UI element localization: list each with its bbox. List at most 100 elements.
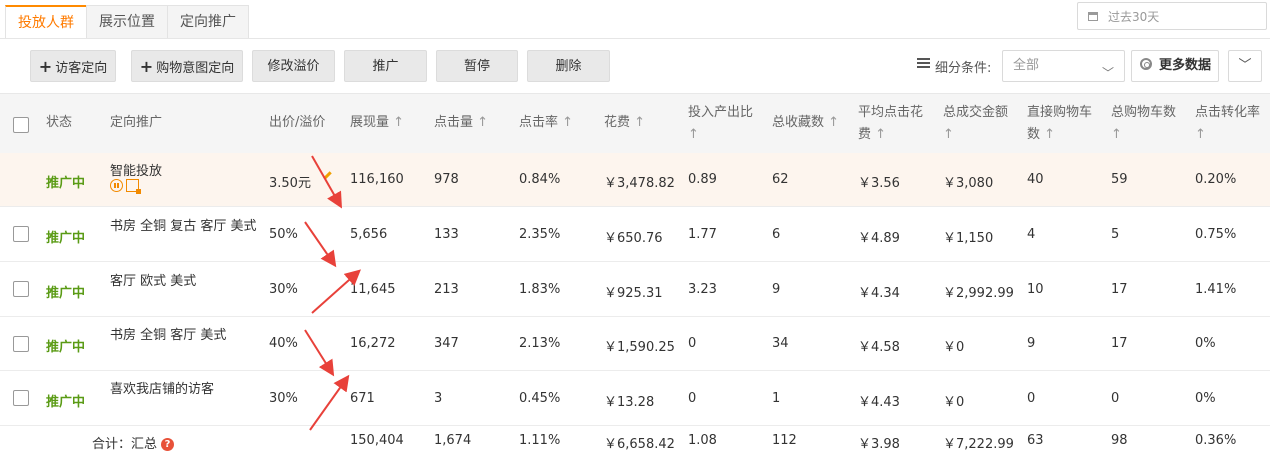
pause-button[interactable]: 暂停 bbox=[436, 50, 518, 82]
col-cost[interactable]: 花费 ↑ bbox=[604, 112, 645, 134]
col-avg-cpc[interactable]: 平均点击花费 ↑ bbox=[858, 102, 923, 146]
col-favorites[interactable]: 总收藏数 ↑ bbox=[772, 112, 839, 134]
col-favorites-label: 总收藏数 bbox=[772, 115, 825, 130]
col-direct-cart-label: 直接购物车 bbox=[1027, 105, 1093, 120]
status-badge: 推广中 bbox=[46, 176, 86, 191]
promote-button[interactable]: 推广 bbox=[344, 50, 427, 82]
pencil-edit-icon[interactable] bbox=[323, 171, 332, 180]
col-cost-label: 花费 bbox=[604, 115, 631, 130]
pause-circle-icon[interactable] bbox=[110, 179, 123, 192]
targeting-name: 客厅 欧式 美式 bbox=[110, 274, 197, 289]
impressions-value: 5,656 bbox=[350, 227, 388, 242]
clicks-value: 978 bbox=[434, 172, 459, 187]
targeting-name: 喜欢我店铺的访客 bbox=[110, 382, 215, 397]
table-row[interactable]: 推广中 书房 全铜 客厅 美式 40% 16,272 347 2.13% ￥1,… bbox=[0, 317, 1270, 371]
sort-arrow-icon: ↑ bbox=[562, 115, 574, 130]
sort-arrow-icon: ↑ bbox=[875, 127, 887, 142]
cvr-value: 1.41% bbox=[1195, 282, 1237, 297]
sort-arrow-icon: ↑ bbox=[477, 115, 489, 130]
plus-icon: + bbox=[139, 57, 154, 76]
status-badge: 推广中 bbox=[46, 231, 86, 246]
impressions-value: 116,160 bbox=[350, 172, 404, 187]
segment-select[interactable]: 全部 ﹀ bbox=[1002, 50, 1125, 82]
impressions-value: 11,645 bbox=[350, 282, 396, 297]
expand-toggle-button[interactable]: ﹀ bbox=[1228, 50, 1262, 82]
calendar-icon bbox=[1088, 11, 1098, 21]
bid-value: 50% bbox=[269, 227, 298, 242]
sort-arrow-icon: ↑ bbox=[1111, 127, 1122, 142]
more-data-label: 更多数据 bbox=[1159, 58, 1212, 73]
cost-value: ￥925.31 bbox=[604, 286, 663, 301]
sort-arrow-icon: ↑ bbox=[393, 115, 405, 130]
col-cvr[interactable]: 点击转化率 ↑ bbox=[1195, 102, 1260, 146]
tab-audience[interactable]: 投放人群 bbox=[5, 5, 87, 39]
cost-value: ￥1,590.25 bbox=[604, 340, 675, 355]
row-checkbox[interactable] bbox=[13, 281, 29, 297]
direct-cart-value: 10 bbox=[1027, 282, 1044, 297]
impressions-value: 671 bbox=[350, 391, 375, 406]
col-ctr-label: 点击率 bbox=[519, 115, 559, 130]
roi-value: 1.77 bbox=[688, 227, 717, 242]
col-direct-cart-label-2: 数 bbox=[1027, 127, 1041, 142]
favorites-value: 34 bbox=[772, 336, 789, 351]
tab-placement[interactable]: 展示位置 bbox=[86, 5, 168, 38]
row-checkbox[interactable] bbox=[13, 390, 29, 406]
select-all-checkbox[interactable] bbox=[13, 117, 29, 133]
clicks-value: 347 bbox=[434, 336, 459, 351]
purchase-intent-targeting-button[interactable]: + 购物意图定向 bbox=[131, 50, 243, 82]
col-gmv[interactable]: 总成交金额 ↑ bbox=[943, 102, 1008, 146]
gmv-value: ￥0 bbox=[943, 340, 965, 355]
table-row[interactable]: 推广中 喜欢我店铺的访客 30% 671 3 0.45% ￥13.28 0 1 … bbox=[0, 371, 1270, 426]
total-gmv: ￥7,222.99 bbox=[943, 437, 1014, 452]
more-data-button[interactable]: 更多数据 bbox=[1131, 50, 1219, 82]
date-range-picker[interactable]: 过去30天 bbox=[1077, 2, 1267, 30]
col-total-cart[interactable]: 总购物车数 ↑ bbox=[1111, 102, 1176, 146]
col-avg-cpc-label-2: 费 bbox=[858, 127, 872, 142]
favorites-value: 62 bbox=[772, 172, 789, 187]
cvr-value: 0% bbox=[1195, 391, 1216, 406]
col-roi[interactable]: 投入产出比 ↑ bbox=[688, 102, 753, 146]
total-cart-value: 17 bbox=[1111, 336, 1128, 351]
bid-value: 40% bbox=[269, 336, 298, 351]
tab-targeting[interactable]: 定向推广 bbox=[167, 5, 249, 38]
total-ctr: 1.11% bbox=[519, 433, 561, 448]
row-checkbox[interactable] bbox=[13, 226, 29, 242]
col-status: 状态 bbox=[46, 115, 73, 130]
report-icon[interactable] bbox=[126, 179, 141, 194]
table-row[interactable]: 推广中 智能投放 3.50元 116,160 978 0.84% ￥3,478.… bbox=[0, 153, 1270, 207]
gmv-value: ￥1,150 bbox=[943, 231, 994, 246]
table-row[interactable]: 推广中 书房 全铜 复古 客厅 美式 50% 5,656 133 2.35% ￥… bbox=[0, 207, 1270, 262]
col-clicks[interactable]: 点击量 ↑ bbox=[434, 112, 488, 134]
direct-cart-value: 4 bbox=[1027, 227, 1036, 242]
visitor-targeting-button[interactable]: + 访客定向 bbox=[30, 50, 116, 82]
table-row[interactable]: 推广中 客厅 欧式 美式 30% 11,645 213 1.83% ￥925.3… bbox=[0, 262, 1270, 317]
col-direct-cart[interactable]: 直接购物车数 ↑ bbox=[1027, 102, 1092, 146]
row-actions bbox=[110, 179, 141, 194]
row-checkbox[interactable] bbox=[13, 336, 29, 352]
col-impressions[interactable]: 展现量 ↑ bbox=[350, 112, 404, 134]
list-filter-icon bbox=[917, 58, 930, 69]
total-cart-value: 5 bbox=[1111, 227, 1120, 242]
ctr-value: 2.13% bbox=[519, 336, 561, 351]
delete-button[interactable]: 删除 bbox=[527, 50, 610, 82]
col-avg-cpc-label: 平均点击花 bbox=[858, 105, 924, 120]
totals-label-text: 合计：汇总 bbox=[92, 437, 158, 452]
modify-premium-button[interactable]: 修改溢价 bbox=[252, 50, 335, 82]
cost-value: ￥13.28 bbox=[604, 395, 655, 410]
impressions-value: 16,272 bbox=[350, 336, 396, 351]
purchase-intent-targeting-label: 购物意图定向 bbox=[156, 61, 235, 76]
table-header: 状态 定向推广 出价/溢价 展现量 ↑ 点击量 ↑ 点击率 ↑ 花费 ↑ 投入产… bbox=[0, 93, 1270, 154]
help-icon[interactable]: ? bbox=[161, 438, 175, 451]
sort-arrow-icon: ↑ bbox=[634, 115, 646, 130]
status-badge: 推广中 bbox=[46, 395, 86, 410]
col-ctr[interactable]: 点击率 ↑ bbox=[519, 112, 573, 134]
chevron-down-icon: ﹀ bbox=[1101, 66, 1114, 80]
sort-arrow-icon: ↑ bbox=[1044, 127, 1056, 142]
sort-arrow-icon: ↑ bbox=[828, 115, 840, 130]
total-cart-value: 17 bbox=[1111, 282, 1128, 297]
avg-cpc-value: ￥4.34 bbox=[858, 286, 900, 301]
total-direct-cart: 63 bbox=[1027, 433, 1044, 448]
avg-cpc-value: ￥4.58 bbox=[858, 340, 900, 355]
cvr-value: 0.20% bbox=[1195, 172, 1237, 187]
ctr-value: 0.45% bbox=[519, 391, 561, 406]
